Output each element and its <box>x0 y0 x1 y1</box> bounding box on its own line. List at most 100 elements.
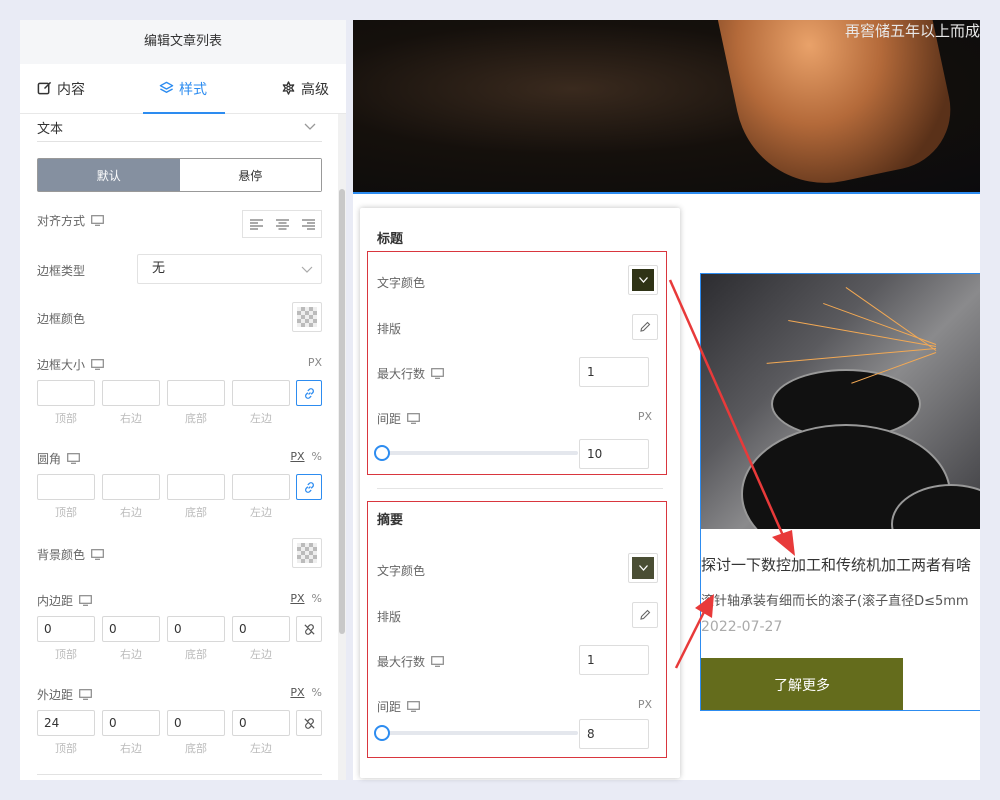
text-section-select[interactable]: 文本 <box>37 114 322 142</box>
align-right-icon[interactable] <box>301 218 315 230</box>
margin-unit-pct[interactable]: % <box>312 686 322 699</box>
padding-right-input[interactable]: 0 <box>102 616 160 642</box>
state-toggle: 默认 悬停 <box>37 158 322 192</box>
slider-handle[interactable] <box>374 445 390 461</box>
desktop-icon <box>431 368 444 379</box>
align-left-icon[interactable] <box>249 218 263 230</box>
bg-color-label: 背景颜色 <box>37 546 104 563</box>
state-hover-button[interactable]: 悬停 <box>179 159 321 191</box>
article-title[interactable]: 探讨一下数控加工和传统机加工两者有啥 <box>701 554 980 575</box>
padding-unlink-button[interactable] <box>296 616 322 642</box>
desktop-icon <box>79 689 92 700</box>
style-settings: 文本 默认 悬停 对齐方式 边框类型 无 边框颜色 边框大小 PX 顶部 右边 … <box>37 114 322 775</box>
padding-bottom-input[interactable]: 0 <box>167 616 225 642</box>
border-right-input[interactable] <box>102 380 160 406</box>
margin-right-input[interactable]: 0 <box>102 710 160 736</box>
title-typography-edit-button[interactable] <box>632 314 658 340</box>
summary-spacing-slider[interactable] <box>374 725 578 741</box>
border-bottom-input[interactable] <box>167 380 225 406</box>
layers-icon <box>159 81 174 93</box>
pencil-icon <box>640 609 651 620</box>
article-card[interactable]: 探讨一下数控加工和传统机加工两者有啥 滚针轴承装有细而长的滚子(滚子直径D≤5m… <box>700 273 980 711</box>
title-section-heading: 标题 <box>377 232 404 247</box>
radius-left-input[interactable] <box>232 474 290 500</box>
margin-inputs: 24 0 0 0 <box>37 710 290 736</box>
panel-scrollbar[interactable] <box>338 114 346 780</box>
title-color-picker[interactable] <box>628 265 658 295</box>
chevron-down-icon <box>304 123 316 130</box>
radius-unit-pct[interactable]: % <box>312 450 322 463</box>
link-icon <box>304 481 314 493</box>
summary-color-picker[interactable] <box>628 553 658 583</box>
border-left-input[interactable] <box>232 380 290 406</box>
border-top-input[interactable] <box>37 380 95 406</box>
radius-link-button[interactable] <box>296 474 322 500</box>
caption-top: 顶部 <box>55 412 77 425</box>
tab-content[interactable]: 内容 <box>20 64 134 113</box>
hero-object <box>714 20 962 192</box>
caption-top: 顶部 <box>55 742 77 755</box>
margin-unit-px[interactable]: PX <box>290 686 304 699</box>
summary-text-color-label: 文字颜色 <box>377 562 425 579</box>
slider-handle[interactable] <box>374 725 390 741</box>
summary-typography-edit-button[interactable] <box>632 602 658 628</box>
radius-bottom-input[interactable] <box>167 474 225 500</box>
settings-icon <box>282 81 295 95</box>
border-type-select[interactable]: 无 <box>137 254 322 284</box>
article-image <box>701 274 980 529</box>
margin-left-input[interactable]: 0 <box>232 710 290 736</box>
summary-max-lines-input[interactable]: 1 <box>579 645 649 675</box>
scrollbar-thumb[interactable] <box>339 189 345 634</box>
caption-top: 顶部 <box>55 648 77 661</box>
summary-settings-highlight: 文字颜色 排版 最大行数 1 间距 PX 8 <box>367 501 667 758</box>
summary-spacing-label-text: 间距 <box>377 700 402 714</box>
margin-bottom-input[interactable]: 0 <box>167 710 225 736</box>
radius-top-input[interactable] <box>37 474 95 500</box>
margin-unlink-button[interactable] <box>296 710 322 736</box>
border-color-picker[interactable] <box>292 302 322 332</box>
title-spacing-slider[interactable] <box>374 445 578 461</box>
padding-top-input[interactable]: 0 <box>37 616 95 642</box>
align-center-icon[interactable] <box>275 218 289 230</box>
summary-typography-label: 排版 <box>377 608 401 625</box>
title-spacing-input[interactable]: 10 <box>579 439 649 469</box>
summary-text-color-label-text: 文字颜色 <box>377 564 426 578</box>
radius-unit-px[interactable]: PX <box>290 450 304 463</box>
desktop-icon <box>407 413 420 424</box>
section-outline <box>353 192 980 194</box>
editor-panel: 编辑文章列表 内容 样式 高级 文本 默认 悬停 对齐方式 边框类型 无 边框颜… <box>20 20 346 780</box>
panel-gap <box>346 20 353 780</box>
title-max-lines-input[interactable]: 1 <box>579 357 649 387</box>
style-popover: 标题 文字颜色 排版 最大行数 1 间距 PX 10 摘要 文字颜色 排版 最大… <box>360 208 680 778</box>
tab-advanced[interactable]: 高级 <box>232 64 346 113</box>
desktop-icon <box>79 595 92 606</box>
title-text-color-label: 文字颜色 <box>377 274 425 291</box>
caption-bottom: 底部 <box>185 742 207 755</box>
summary-spacing-input[interactable]: 8 <box>579 719 649 749</box>
padding-left-input[interactable]: 0 <box>232 616 290 642</box>
border-link-button[interactable] <box>296 380 322 406</box>
margin-top-input[interactable]: 24 <box>37 710 95 736</box>
section-separator <box>377 488 663 489</box>
padding-unit-pct[interactable]: % <box>312 592 322 605</box>
margin-label: 外边距 <box>37 686 92 703</box>
title-max-lines-label: 最大行数 <box>377 365 444 382</box>
tab-bar: 内容 样式 高级 <box>20 64 346 114</box>
article-summary: 滚针轴承装有细而长的滚子(滚子直径D≤5mm <box>701 594 969 609</box>
padding-unit-px[interactable]: PX <box>290 592 304 605</box>
border-type-label-text: 边框类型 <box>37 264 86 278</box>
tab-style[interactable]: 样式 <box>134 64 231 113</box>
margin-label-text: 外边距 <box>37 688 74 702</box>
bg-color-picker[interactable] <box>292 538 322 568</box>
state-default-button[interactable]: 默认 <box>38 159 180 191</box>
border-type-value: 无 <box>152 261 166 276</box>
border-size-label-text: 边框大小 <box>37 358 86 372</box>
radius-right-input[interactable] <box>102 474 160 500</box>
align-buttons <box>242 210 322 238</box>
transparent-swatch <box>297 543 317 563</box>
learn-more-button[interactable]: 了解更多 <box>701 658 903 710</box>
unlink-icon <box>303 717 315 729</box>
chevron-down-icon <box>638 277 648 283</box>
desktop-icon <box>91 549 104 560</box>
padding-inputs: 0 0 0 0 <box>37 616 290 642</box>
